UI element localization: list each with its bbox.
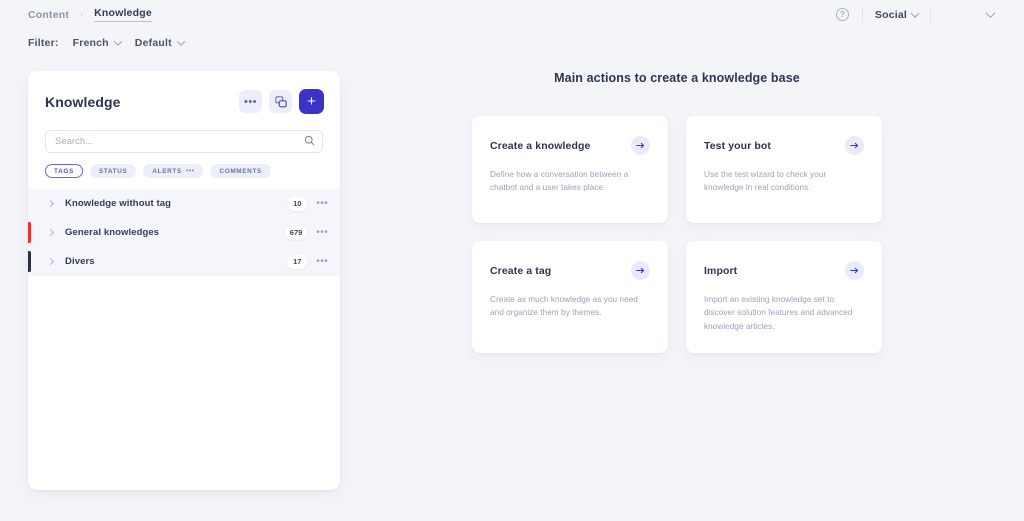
language-filter-dropdown[interactable]: French <box>72 37 123 49</box>
more-options-button[interactable]: ••• <box>239 90 262 113</box>
row-more-icon[interactable]: ••• <box>316 199 328 209</box>
panel-header-actions: ••• + <box>239 89 324 114</box>
row-label: Knowledge without tag <box>65 198 172 209</box>
row-count-badge: 17 <box>287 254 308 269</box>
top-bar-right: ? Social <box>835 0 1002 29</box>
search-icon[interactable] <box>304 135 315 146</box>
card-import[interactable]: Import Import an existing knowledge set … <box>686 241 882 353</box>
chip-comments[interactable]: COMMENTS <box>210 164 271 178</box>
account-menu[interactable] <box>931 8 1002 19</box>
plus-icon: + <box>307 93 316 110</box>
card-test-your-bot[interactable]: Test your bot Use the test wizard to che… <box>686 116 882 223</box>
arrow-right-icon[interactable] <box>845 136 864 155</box>
help-circle-icon[interactable]: ? <box>835 8 849 21</box>
table-row[interactable]: Divers 17 ••• <box>28 247 340 276</box>
table-row[interactable]: General knowledges 679 ••• <box>28 218 340 247</box>
chevron-down-icon <box>176 37 186 46</box>
row-color-bar <box>28 193 31 214</box>
card-header: Create a knowledge <box>490 136 650 155</box>
card-title: Test your bot <box>704 139 772 152</box>
row-color-bar <box>28 222 31 243</box>
row-label: General knowledges <box>65 227 160 238</box>
chevron-down-icon <box>113 37 123 46</box>
card-description: Define how a conversation between a chat… <box>490 170 629 193</box>
duplicate-button[interactable] <box>269 90 292 113</box>
language-filter-value: French <box>72 37 109 49</box>
chip-tags[interactable]: TAGS <box>45 164 83 178</box>
panel-title: Knowledge <box>45 93 121 110</box>
breadcrumb: Content › Knowledge <box>28 7 152 22</box>
search-container <box>45 130 323 153</box>
card-description: Create as much knowledge as you need and… <box>490 295 638 318</box>
arrow-right-icon[interactable] <box>631 136 650 155</box>
knowledge-base-page: Content › Knowledge ? Social Filter: Fre… <box>0 0 1024 521</box>
chip-alerts-ellipsis-icon: ••• <box>185 167 195 175</box>
chevron-down-icon <box>910 8 920 18</box>
breadcrumb-separator-icon: › <box>80 9 84 19</box>
chevron-right-icon[interactable] <box>46 199 55 208</box>
row-color-bar <box>28 251 31 272</box>
chevron-right-icon[interactable] <box>46 257 55 266</box>
row-more-icon[interactable]: ••• <box>316 228 328 238</box>
card-create-a-tag[interactable]: Create a tag Create as much knowledge as… <box>472 241 668 353</box>
workspace-label: Social <box>874 8 907 21</box>
card-title: Import <box>704 264 738 277</box>
arrow-right-icon[interactable] <box>845 261 864 280</box>
filter-label: Filter: <box>28 37 59 49</box>
copy-icon <box>274 95 287 107</box>
card-header: Create a tag <box>490 261 650 280</box>
row-label: Divers <box>65 256 95 267</box>
table-row[interactable]: Knowledge without tag 10 ••• <box>28 189 340 218</box>
action-cards: Create a knowledge Define how a conversa… <box>472 116 882 353</box>
row-count-badge: 10 <box>287 196 308 211</box>
arrow-right-icon[interactable] <box>631 261 650 280</box>
chip-status-label: STATUS <box>98 167 128 175</box>
filter-bar: Filter: French Default <box>28 34 186 52</box>
top-bar: Content › Knowledge ? Social <box>0 0 1024 29</box>
preset-filter-dropdown[interactable]: Default <box>134 37 186 49</box>
card-create-a-knowledge[interactable]: Create a knowledge Define how a conversa… <box>472 116 668 223</box>
chip-status[interactable]: STATUS <box>89 164 137 178</box>
page-title: Main actions to create a knowledge base <box>554 71 800 85</box>
filter-chips: TAGS STATUS ALERTS ••• COMMENTS <box>45 164 323 178</box>
tag-list: Knowledge without tag 10 ••• General kno… <box>28 189 340 276</box>
card-header: Test your bot <box>704 136 864 155</box>
card-description: Use the test wizard to check your knowle… <box>704 170 827 193</box>
chip-alerts[interactable]: ALERTS ••• <box>143 164 204 178</box>
breadcrumb-item-content[interactable]: Content <box>28 9 69 21</box>
row-count-badge: 679 <box>284 225 308 240</box>
workspace-selector[interactable]: Social <box>863 9 930 21</box>
ellipsis-icon: ••• <box>243 95 258 108</box>
breadcrumb-item-knowledge[interactable]: Knowledge <box>94 7 152 22</box>
search-input[interactable] <box>45 130 323 153</box>
row-more-icon[interactable]: ••• <box>316 257 328 267</box>
card-description: Import an existing knowledge set to disc… <box>704 295 853 331</box>
card-title: Create a knowledge <box>490 139 591 152</box>
card-title: Create a tag <box>490 264 552 277</box>
preset-filter-value: Default <box>134 37 172 49</box>
card-header: Import <box>704 261 864 280</box>
chip-alerts-label: ALERTS <box>152 167 182 175</box>
chip-comments-label: COMMENTS <box>219 167 262 175</box>
knowledge-panel: Knowledge ••• + Search... TAGS STATUS AL… <box>28 71 340 490</box>
panel-header: Knowledge ••• + <box>28 71 340 114</box>
chip-tags-label: TAGS <box>54 167 74 175</box>
chevron-right-icon[interactable] <box>46 228 55 237</box>
chevron-down-icon <box>985 8 996 19</box>
add-knowledge-button[interactable]: + <box>299 89 324 114</box>
